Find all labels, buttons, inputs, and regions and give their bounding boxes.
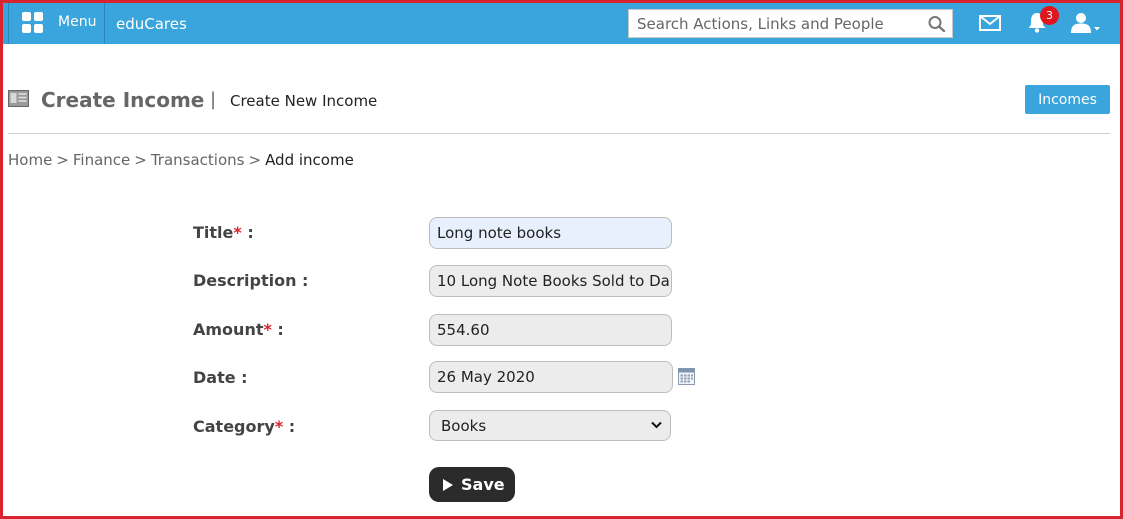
save-button-label: Save — [461, 475, 505, 494]
incomes-button[interactable]: Incomes — [1025, 85, 1110, 114]
receipt-icon — [8, 90, 29, 107]
top-navbar: Menu eduCares 3 — [3, 3, 1120, 44]
chevron-down-icon — [651, 421, 662, 429]
breadcrumb-transactions[interactable]: Transactions — [151, 151, 245, 169]
amount-input[interactable] — [429, 314, 672, 346]
menu-button[interactable]: Menu — [8, 3, 105, 44]
required-marker: * — [263, 320, 272, 339]
title-label: Title* : — [193, 223, 254, 242]
amount-label: Amount* : — [193, 320, 284, 339]
description-input[interactable] — [429, 265, 672, 297]
page-subtitle: Create New Income — [230, 92, 378, 110]
required-marker: * — [233, 223, 242, 242]
breadcrumb-finance[interactable]: Finance — [73, 151, 130, 169]
date-label: Date : — [193, 368, 248, 387]
description-label: Description : — [193, 271, 309, 290]
category-select[interactable]: Books — [429, 410, 671, 441]
search-input[interactable] — [629, 10, 919, 37]
chevron-down-icon — [1094, 27, 1100, 31]
calendar-icon[interactable] — [678, 368, 695, 385]
mail-icon[interactable] — [979, 15, 1001, 31]
category-label: Category* : — [193, 417, 296, 436]
search-icon[interactable] — [927, 15, 947, 33]
date-input[interactable] — [429, 361, 673, 393]
menu-grid-icon — [22, 12, 44, 34]
page-title: Create Income — [41, 88, 205, 112]
breadcrumb-current: Add income — [265, 151, 354, 169]
menu-label: Menu — [58, 14, 97, 30]
breadcrumb-home[interactable]: Home — [8, 151, 52, 169]
required-marker: * — [274, 417, 284, 436]
title-input[interactable] — [429, 217, 672, 249]
breadcrumb: Home > Finance > Transactions > Add income — [8, 151, 354, 169]
notification-badge: 3 — [1040, 6, 1059, 25]
play-icon — [443, 478, 453, 491]
save-button[interactable]: Save — [429, 467, 515, 502]
search-box — [628, 9, 953, 38]
brand-link[interactable]: eduCares — [116, 15, 187, 33]
user-icon[interactable] — [1069, 12, 1101, 34]
category-selected-value: Books — [441, 417, 487, 435]
title-separator: | — [210, 89, 217, 110]
header-divider — [8, 133, 1110, 134]
screenshot-frame — [0, 0, 1123, 519]
